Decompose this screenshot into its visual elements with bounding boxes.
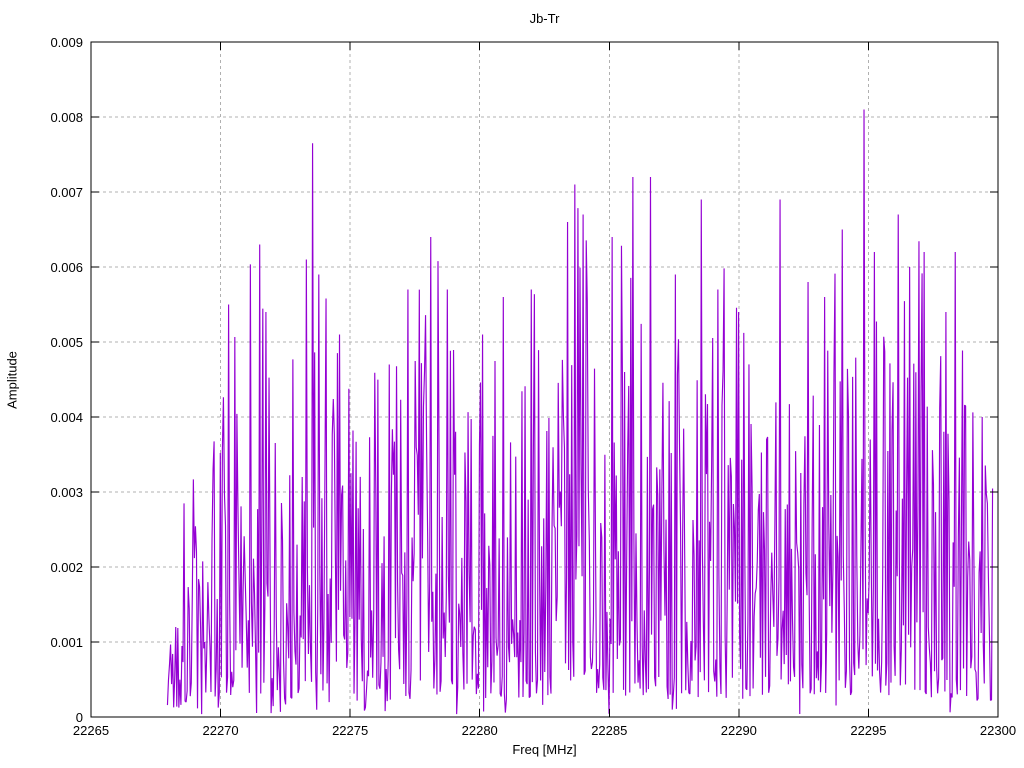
x-tick-label: 22290 bbox=[720, 723, 757, 738]
x-axis-title: Freq [MHz] bbox=[512, 742, 577, 757]
y-tick-label: 0.009 bbox=[50, 35, 83, 50]
y-axis-title: Amplitude bbox=[4, 351, 20, 409]
y-tick-label: 0.006 bbox=[50, 260, 83, 275]
x-tick-label: 22280 bbox=[461, 723, 498, 738]
y-tick-label: 0.001 bbox=[50, 635, 83, 650]
x-tick-label: 22275 bbox=[332, 723, 369, 738]
x-tick-label: 22270 bbox=[202, 723, 239, 738]
x-tick-label: 22300 bbox=[979, 723, 1017, 738]
spectrum-plot-svg bbox=[90, 41, 999, 718]
y-tick-label: 0.005 bbox=[50, 335, 83, 350]
y-tick-label: 0.008 bbox=[50, 110, 83, 125]
chart-canvas: Jb-Tr Freq [MHz] Amplitude 22265 22270 222… bbox=[0, 0, 1024, 768]
x-tick-label: 22265 bbox=[72, 723, 110, 738]
y-tick-label: 0.004 bbox=[50, 410, 83, 425]
chart-title: Jb-Tr bbox=[529, 11, 560, 26]
x-tick-label: 22295 bbox=[850, 723, 887, 738]
y-tick-label: 0 bbox=[75, 710, 83, 725]
x-tick-label: 22285 bbox=[591, 723, 628, 738]
y-tick-label: 0.003 bbox=[50, 485, 83, 500]
y-tick-label: 0.007 bbox=[50, 185, 83, 200]
y-tick-label: 0.002 bbox=[50, 560, 83, 575]
